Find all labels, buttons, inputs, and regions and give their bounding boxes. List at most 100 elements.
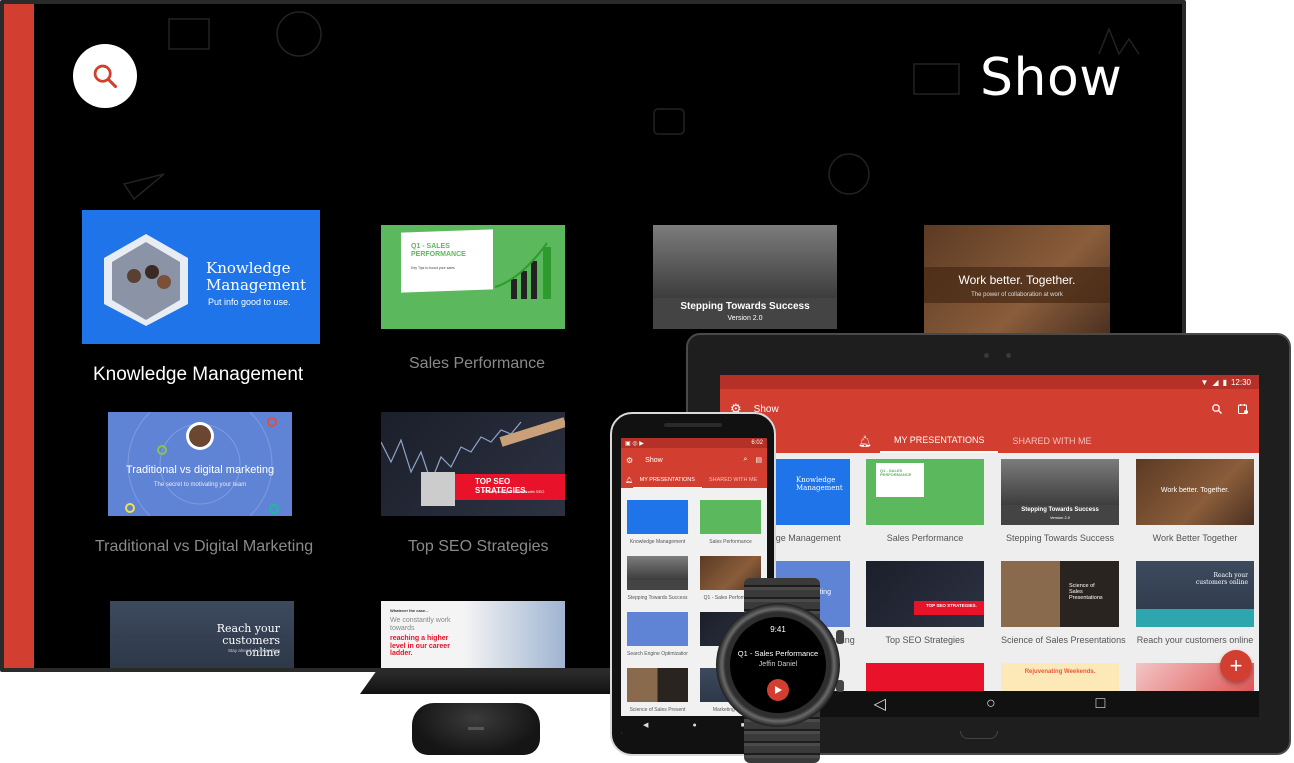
card-label: Stepping Towards Success [627, 595, 688, 601]
card-label: Search Engine Optimization [627, 651, 688, 657]
presentation-card[interactable]: Search Engine Optimization [627, 612, 688, 657]
presentation-card[interactable]: Q1 - SALES PERFORMANCE Sales Performance [866, 459, 984, 543]
thumb-title: Q1 - SALES PERFORMANCE [411, 243, 466, 258]
set-top-box [412, 703, 540, 755]
card-thumbnail: Traditional vs digital marketing The sec… [108, 412, 292, 516]
card-thumbnail: Work better. Together. The power of coll… [924, 225, 1110, 335]
presentation-card[interactable]: Sales Performance [700, 500, 761, 545]
presentation-card[interactable]: Work better. Together. Work Better Toget… [1136, 459, 1254, 543]
home-icon[interactable]: ○ [986, 695, 996, 713]
back-icon[interactable]: ◀ [643, 721, 648, 729]
back-icon[interactable]: ◁ [874, 694, 886, 714]
watch-presenter: Jeffin Daniel [758, 661, 798, 668]
card-thumbnail: TOP SEO STRATEGIES. [866, 561, 984, 627]
tv-search-button[interactable] [73, 44, 137, 108]
tab-bar: 🔔︎ MY PRESENTATIONS SHARED WITH ME [621, 472, 767, 488]
watch-face: 9:41 Q1 - Sales Performance Jeffin Danie… [730, 617, 826, 713]
wifi-icon: ▼ [1200, 377, 1209, 387]
thumb-title: Work better. Together. [958, 273, 1076, 287]
notifications-icon[interactable]: 🔔︎ [858, 435, 872, 448]
thumb-title: TOP SEO STRATEGIES. [926, 603, 977, 608]
add-presentation-button[interactable]: + [1220, 650, 1252, 682]
home-icon[interactable]: ● [692, 722, 696, 729]
calendar-icon[interactable]: ▤ [755, 456, 762, 464]
multi-device-showcase: Show Knowledge Management Put info good … [0, 0, 1294, 763]
card-label: Knowledge Management [629, 539, 686, 545]
presentation-card[interactable]: TOP SEO STRATEGIES. Top SEO Strategies [866, 561, 984, 645]
card-thumbnail [627, 556, 688, 590]
card-thumbnail: Science of Sales Presentations [1001, 561, 1119, 627]
tablet-sensor [1006, 353, 1011, 358]
thumb-kicker: Whatever the case... [390, 608, 429, 613]
card-thumbnail: Whatever the case... We constantly work … [381, 601, 565, 668]
thumb-subtitle: Version 2.0 [1049, 515, 1070, 520]
notifications-icon[interactable]: 🔔︎ [625, 477, 633, 484]
phone-speaker [664, 423, 722, 427]
card-label: Top SEO Strategies [885, 635, 965, 645]
card-label: Science of Sales Presentations [1001, 635, 1126, 645]
tab-shared-with-me[interactable]: SHARED WITH ME [702, 472, 764, 488]
thumb-title: We constantly work towards [390, 617, 451, 632]
thumb-title: Reach your customers online [1195, 572, 1248, 586]
play-icon [775, 686, 782, 694]
card-thumbnail [627, 500, 688, 534]
card-thumbnail: Stepping Towards Success Version 2.0 [1001, 459, 1119, 525]
card-label: Stepping Towards Success [1006, 533, 1114, 543]
card-thumbnail [627, 612, 688, 646]
card-label: Science of Sales Present [629, 707, 686, 713]
thumb-subtitle: The power of collaboration at work [971, 292, 1063, 298]
settings-icon[interactable]: ⚙ [626, 456, 633, 465]
play-button[interactable] [767, 679, 789, 701]
card-label: Traditional vs Digital Marketing [95, 538, 314, 555]
tablet-camera [984, 353, 989, 358]
card-label: Top SEO Strategies [408, 538, 549, 555]
status-time: 6:02 [751, 440, 763, 446]
card-label: Sales Performance [886, 533, 964, 543]
card-thumbnail: Q1 - SALES PERFORMANCE Key Tips to boost… [381, 225, 565, 329]
tab-my-presentations[interactable]: MY PRESENTATIONS [879, 429, 999, 453]
presentation-card[interactable]: Science of Sales Present [627, 668, 688, 713]
presentation-card[interactable]: Stepping Towards Success [627, 556, 688, 601]
card-label: Reach your customers online [1136, 635, 1254, 645]
card-thumbnail: Q1 - SALES PERFORMANCE [866, 459, 984, 525]
search-icon[interactable]: ⌕ [743, 456, 747, 464]
tv-app-title: Show [980, 48, 1123, 108]
card-label: Sales Performance [709, 539, 752, 545]
calendar-icon[interactable] [1237, 403, 1249, 415]
thumb-highlight: reaching a higher level in our career la… [390, 635, 450, 658]
growth-chart-graphic [494, 242, 551, 299]
presentation-card[interactable]: Reach your customers online Reach your c… [1136, 561, 1254, 645]
presentation-card[interactable]: Knowledge Management [627, 500, 688, 545]
card-thumbnail: Reach your customers online [1136, 561, 1254, 627]
card-thumbnail: Reach your customers online Stay ahead o… [110, 601, 294, 668]
app-bar: ⚙ Show [720, 389, 1259, 429]
presentation-card[interactable]: Stepping Towards Success Version 2.0 Step… [1001, 459, 1119, 543]
app-title: Show [753, 403, 779, 415]
tab-my-presentations[interactable]: MY PRESENTATIONS [632, 472, 702, 488]
search-icon [93, 64, 118, 89]
card-label: Sales Performance [409, 355, 546, 372]
thumb-subtitle: Key Tips to boost your sales [411, 266, 455, 270]
app-bar: ⚙ Show ⌕ ▤ [621, 448, 767, 472]
thumb-title: Work better. Together. [1160, 487, 1230, 494]
thumb-title: Traditional vs digital marketing [125, 464, 275, 476]
search-icon[interactable] [1211, 403, 1223, 415]
signal-icon: ◢ [1212, 377, 1219, 387]
thumb-title: Stepping Towards Success [680, 301, 810, 312]
card-thumbnail: Work better. Together. [1136, 459, 1254, 525]
thumb-subtitle: Version 2.0 [727, 315, 763, 322]
set-top-logo [468, 727, 484, 730]
thumb-title: Knowledge Management [796, 476, 843, 492]
presentation-card[interactable]: Science of Sales Presentations Science o… [1001, 561, 1126, 645]
thumb-subtitle: Put info good to use. [208, 297, 291, 307]
battery-icon: ▮ [1222, 377, 1227, 387]
presenter-photo [421, 472, 455, 506]
watch-crown [836, 630, 844, 644]
notification-icons: ▣ ◎ ▶ [625, 440, 644, 447]
card-thumbnail: TOP SEO STRATEGIES. Future proof you con… [381, 412, 565, 516]
tab-shared-with-me[interactable]: SHARED WITH ME [998, 429, 1105, 453]
tv-stand [360, 672, 620, 694]
smartwatch-device: 9:41 Q1 - Sales Performance Jeffin Danie… [716, 603, 840, 727]
thumb-subtitle: Future proof you content with SEO [483, 489, 545, 494]
recents-icon[interactable]: □ [1096, 695, 1106, 713]
